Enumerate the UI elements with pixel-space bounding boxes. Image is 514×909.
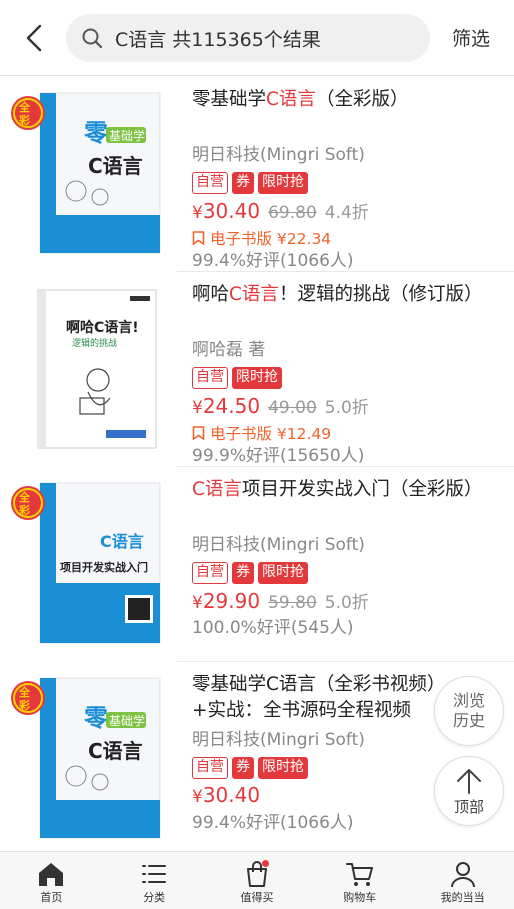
svg-text:全: 全 bbox=[18, 685, 31, 699]
price-row: ¥24.50 49.00 5.0折 bbox=[192, 393, 502, 421]
ebook-link[interactable]: 电子书版 ¥22.34 bbox=[192, 227, 502, 249]
tag-coupon: 券 bbox=[232, 172, 254, 194]
chevron-left-icon bbox=[26, 24, 42, 52]
original-price: 69.80 bbox=[268, 203, 317, 223]
back-to-top-button[interactable]: 顶部 bbox=[434, 756, 504, 826]
original-price: 49.00 bbox=[268, 398, 317, 418]
product-item[interactable]: 零 基础学 C语言 全 彩 零基础学C语言（全彩书视频） +实战：全书源码全程视频… bbox=[0, 662, 514, 857]
ebook-link[interactable]: 电子书版 ¥12.49 bbox=[192, 422, 502, 444]
product-item[interactable]: 啊哈C语言! 逻辑的挑战 啊哈C语言！逻辑的挑战（修订版） 啊哈磊 著 自营 限… bbox=[0, 272, 514, 467]
bookmark-icon bbox=[192, 426, 205, 440]
svg-text:全: 全 bbox=[18, 490, 31, 504]
svg-text:C语言: C语言 bbox=[100, 532, 144, 551]
arrow-up-icon bbox=[457, 768, 481, 794]
tab-home[interactable]: 首页 bbox=[0, 852, 103, 909]
svg-text:逻辑的挑战: 逻辑的挑战 bbox=[72, 337, 117, 349]
discount-text: 5.0折 bbox=[324, 398, 369, 418]
book-cover-image: 零 基础学 C语言 全 彩 bbox=[10, 85, 170, 265]
book-cover-image: 零 基础学 C语言 全 彩 bbox=[10, 670, 170, 850]
tag-self-operated: 自营 bbox=[192, 172, 228, 194]
search-input[interactable]: C语言 共115365个结果 bbox=[66, 14, 430, 62]
tag-flash-sale: 限时抢 bbox=[258, 562, 308, 584]
user-icon bbox=[450, 862, 475, 888]
product-list: 零 基础学 C语言 全 彩 零基础学C语言（全彩版） 明日科技(Mingri S… bbox=[0, 77, 514, 857]
tag-flash-sale: 限时抢 bbox=[258, 172, 308, 194]
search-query-text: C语言 共115365个结果 bbox=[115, 28, 321, 51]
cart-icon bbox=[345, 863, 373, 886]
svg-text:C语言: C语言 bbox=[88, 739, 143, 763]
book-cover-image: 啊哈C语言! 逻辑的挑战 bbox=[10, 280, 170, 460]
tag-group: 自营 券 限时抢 bbox=[192, 562, 502, 584]
product-author: 明日科技(Mingri Soft) bbox=[192, 535, 365, 555]
product-title[interactable]: 啊哈C语言！逻辑的挑战（修订版） bbox=[192, 282, 502, 334]
sale-price: ¥30.40 bbox=[192, 783, 261, 807]
sale-price: ¥24.50 bbox=[192, 394, 261, 418]
discount-text: 4.4折 bbox=[324, 203, 369, 223]
svg-text:项目开发实战入门: 项目开发实战入门 bbox=[60, 560, 148, 574]
bottom-tab-bar: 首页 分类 值得买 购物车 我的当当 bbox=[0, 851, 514, 909]
original-price: 59.80 bbox=[268, 593, 317, 613]
product-item[interactable]: 零 基础学 C语言 全 彩 零基础学C语言（全彩版） 明日科技(Mingri S… bbox=[0, 77, 514, 272]
svg-text:基础学: 基础学 bbox=[109, 128, 145, 143]
product-author: 啊哈磊 著 bbox=[192, 340, 266, 360]
home-icon bbox=[39, 863, 64, 886]
svg-text:彩: 彩 bbox=[18, 503, 30, 517]
product-item[interactable]: C语言 项目开发实战入门 全 彩 C语言项目开发实战入门（全彩版） 明日科技(M… bbox=[0, 467, 514, 662]
svg-text:彩: 彩 bbox=[18, 113, 30, 127]
product-title[interactable]: 零基础学C语言（全彩版） bbox=[192, 87, 502, 139]
svg-text:C语言: C语言 bbox=[88, 154, 143, 178]
category-list-icon bbox=[142, 865, 167, 883]
bookmark-icon bbox=[192, 231, 205, 245]
tag-self-operated: 自营 bbox=[192, 757, 228, 779]
product-title[interactable]: C语言项目开发实战入门（全彩版） bbox=[192, 477, 502, 529]
rating-text: 99.4%好评(1066人) bbox=[192, 251, 354, 271]
tag-self-operated: 自营 bbox=[192, 367, 228, 389]
search-header: C语言 共115365个结果 筛选 bbox=[0, 0, 514, 76]
rating-text: 99.9%好评(15650人) bbox=[192, 446, 365, 466]
tab-category[interactable]: 分类 bbox=[103, 852, 206, 909]
search-icon bbox=[81, 27, 103, 49]
svg-text:全: 全 bbox=[18, 100, 31, 114]
tag-coupon: 券 bbox=[232, 562, 254, 584]
discount-text: 5.0折 bbox=[324, 593, 369, 613]
price-row: ¥29.90 59.80 5.0折 bbox=[192, 588, 502, 616]
tag-flash-sale: 限时抢 bbox=[258, 757, 308, 779]
tag-group: 自营 限时抢 bbox=[192, 367, 502, 389]
svg-text:零: 零 bbox=[83, 704, 109, 732]
book-cover-image: C语言 项目开发实战入门 全 彩 bbox=[10, 475, 170, 655]
tag-coupon: 券 bbox=[232, 757, 254, 779]
sale-price: ¥30.40 bbox=[192, 199, 261, 223]
sale-price: ¥29.90 bbox=[192, 589, 261, 613]
filter-button[interactable]: 筛选 bbox=[452, 24, 490, 51]
tab-my-dangdang[interactable]: 我的当当 bbox=[411, 852, 514, 909]
browse-history-button[interactable]: 浏览 历史 bbox=[434, 676, 504, 746]
tag-flash-sale: 限时抢 bbox=[232, 367, 282, 389]
tag-self-operated: 自营 bbox=[192, 562, 228, 584]
svg-text:零: 零 bbox=[83, 119, 109, 147]
notification-dot bbox=[261, 860, 269, 867]
price-row: ¥30.40 69.80 4.4折 bbox=[192, 198, 502, 226]
svg-text:啊哈C语言!: 啊哈C语言! bbox=[66, 319, 139, 336]
product-author: 明日科技(Mingri Soft) bbox=[192, 145, 365, 165]
tab-worth-buying[interactable]: 值得买 bbox=[206, 852, 309, 909]
rating-text: 100.0%好评(545人) bbox=[192, 618, 354, 638]
svg-text:基础学: 基础学 bbox=[109, 713, 145, 728]
back-button[interactable] bbox=[18, 20, 50, 56]
tab-cart[interactable]: 购物车 bbox=[308, 852, 411, 909]
tag-group: 自营 券 限时抢 bbox=[192, 172, 502, 194]
svg-text:彩: 彩 bbox=[18, 698, 30, 712]
